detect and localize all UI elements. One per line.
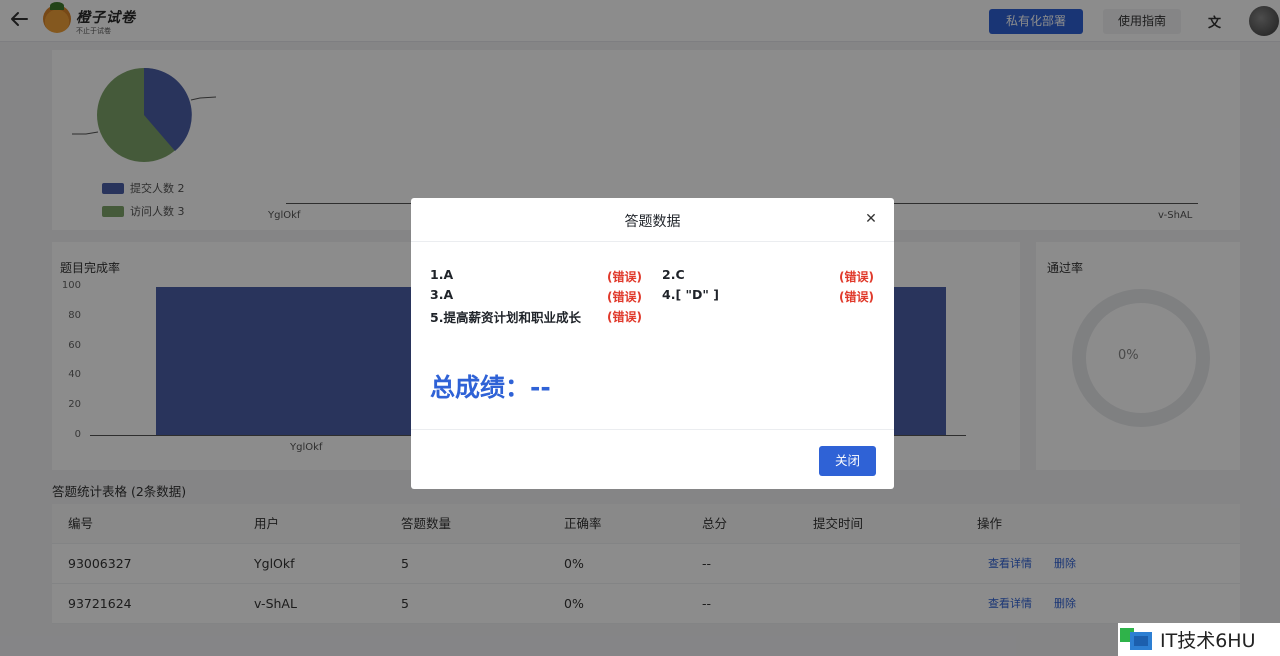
answer-item: 5.提高薪资计划和职业成长 [430,310,581,325]
answer-item: 3.A [430,287,454,302]
answer-item: 2.C [662,267,685,282]
modal-footer: 关闭 [411,429,894,489]
answer-item: 1.A [430,267,454,282]
answer-status: (错误) [839,290,874,304]
answer-status: (错误) [839,270,874,284]
watermark: IT技术6HU [1118,623,1280,656]
watermark-logo-icon [1120,628,1152,650]
modal-header: 答题数据 ✕ [411,198,894,242]
watermark-text: IT技术6HU [1160,630,1256,652]
answer-data-modal: 答题数据 ✕ 1.A (错误) 2.C (错误) 3.A (错误) 4.[ "D… [411,198,894,489]
close-button[interactable]: 关闭 [819,446,876,476]
answer-status: (错误) [607,290,642,304]
modal-title: 答题数据 [624,214,681,230]
answer-status: (错误) [607,270,642,284]
answer-status: (错误) [607,310,642,324]
answer-item: 4.[ "D" ] [662,287,719,302]
close-icon[interactable]: ✕ [862,210,880,228]
total-score: 总成绩：-- [430,373,551,402]
